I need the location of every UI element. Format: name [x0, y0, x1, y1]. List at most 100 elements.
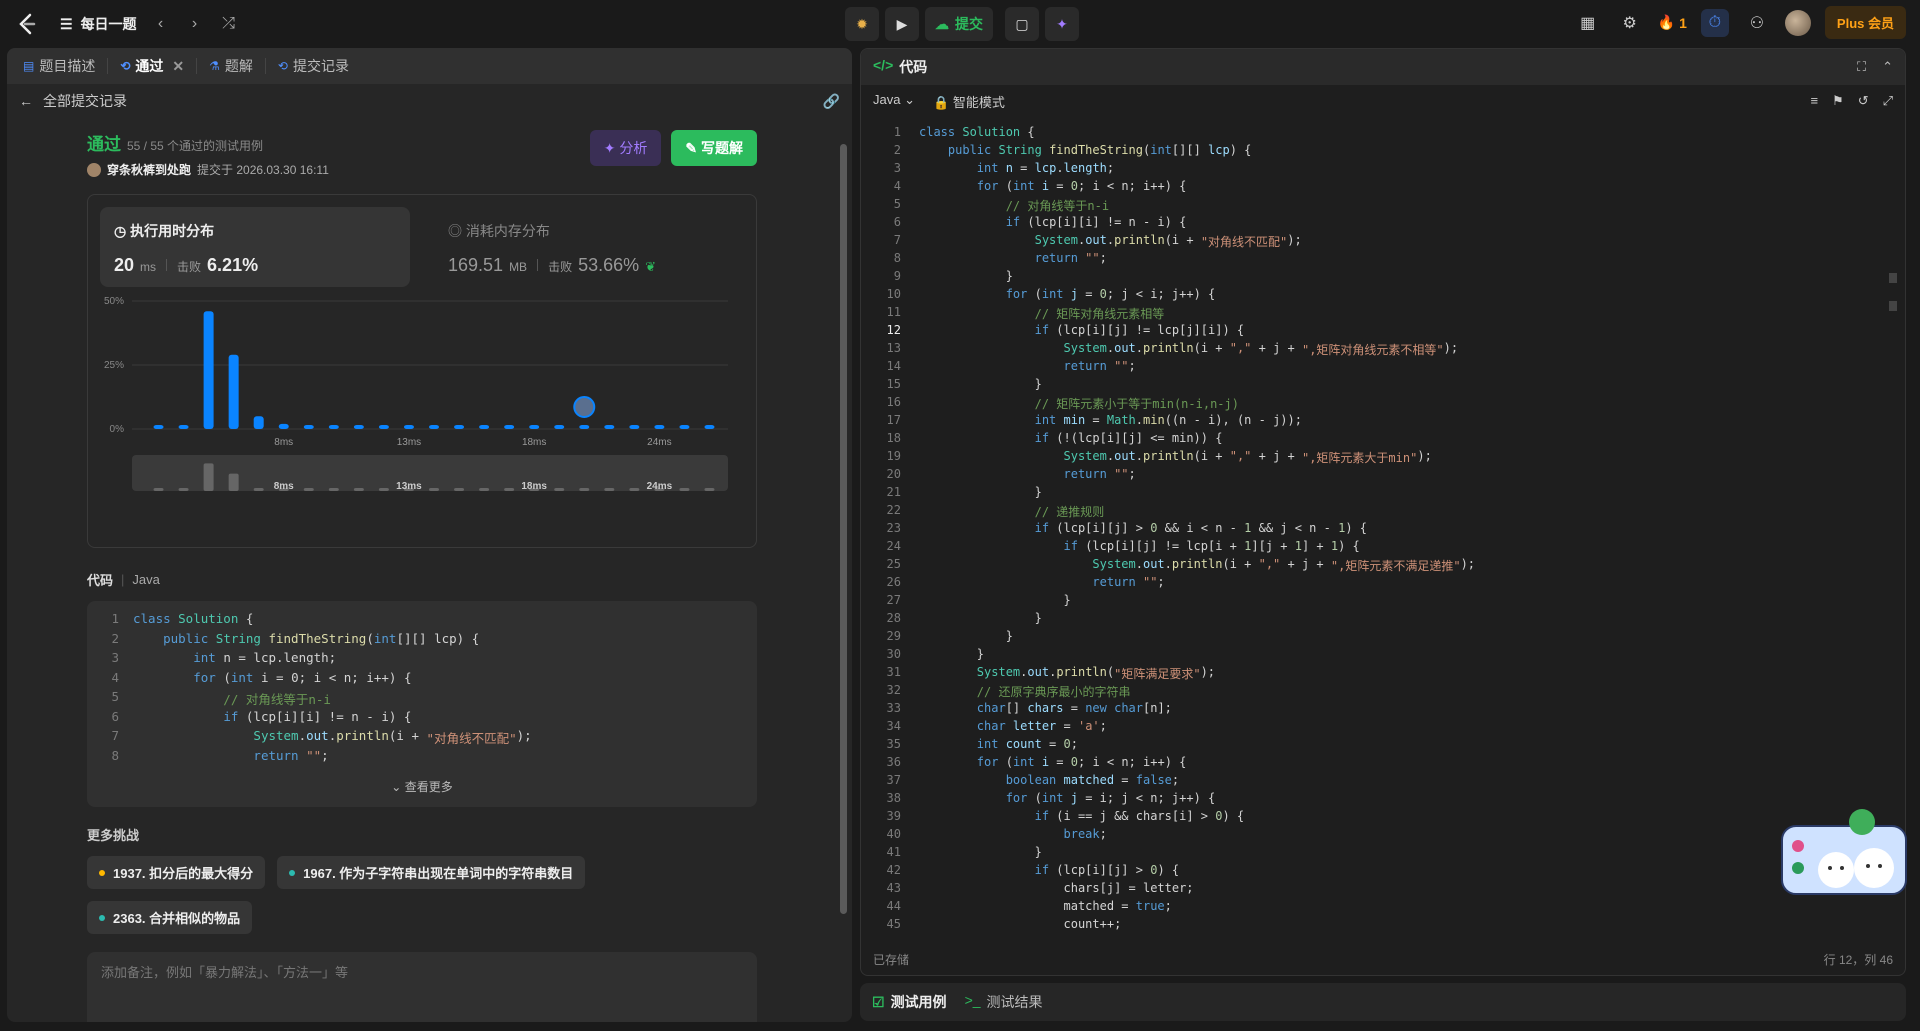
- plus-member-button[interactable]: Plus 会员: [1824, 6, 1906, 39]
- write-solution-button[interactable]: ✎ 写题解: [671, 130, 757, 166]
- see-more-button[interactable]: ⌄ 查看更多: [87, 778, 757, 795]
- overview-tick-label: 18ms: [521, 481, 547, 492]
- streak-count: 1: [1679, 14, 1687, 31]
- leetcode-logo-icon[interactable]: [14, 11, 40, 37]
- distribution-bar: [679, 425, 690, 429]
- x-tick-label: 24ms: [647, 437, 671, 448]
- y-tick-label: 50%: [104, 296, 124, 307]
- distribution-bar: [253, 416, 264, 429]
- debug-button[interactable]: ✹: [845, 7, 879, 41]
- memory-stat[interactable]: ◎ 消耗内存分布 169.51 MB 击败 53.66% ❦: [434, 207, 744, 287]
- tab-divider: [107, 58, 109, 74]
- x-tick-label: 13ms: [397, 437, 421, 448]
- submit-button[interactable]: ☁ 提交: [925, 7, 993, 41]
- prev-problem-icon[interactable]: ‹: [151, 15, 171, 33]
- tab-submissions[interactable]: ⟲ 提交记录: [270, 48, 357, 84]
- overview-bar: [679, 488, 690, 491]
- settings-gear-icon[interactable]: ⚙: [1616, 9, 1644, 37]
- back-bar: ← 全部提交记录 🔗: [7, 84, 852, 118]
- history-icon: ⟲: [277, 59, 288, 73]
- x-tick-label: 18ms: [522, 437, 546, 448]
- reset-icon[interactable]: ↺: [1858, 93, 1869, 109]
- note-icon: ▢: [1015, 15, 1029, 32]
- shuffle-icon[interactable]: ⤮: [219, 15, 239, 33]
- overview-bar: [303, 488, 314, 491]
- challenge-label: 1937. 扣分后的最大得分: [113, 866, 254, 881]
- overview-bar: [253, 488, 264, 491]
- code-editor[interactable]: 1 class Solution { 2 public String findTh…: [861, 125, 1861, 935]
- code-brackets-icon: </>: [873, 57, 894, 73]
- notes-button[interactable]: ▢: [1005, 7, 1039, 41]
- layout-icon[interactable]: ▦: [1574, 9, 1602, 37]
- left-scrollbar[interactable]: [840, 126, 847, 1008]
- submitter-name[interactable]: 穿条秋裤到处跑: [107, 161, 191, 178]
- play-icon: ▶: [896, 15, 908, 32]
- note-input[interactable]: 添加备注，例如「暴力解法」、「方法一」等: [87, 952, 757, 1022]
- overview-bar: [203, 463, 214, 491]
- distribution-bar: [479, 425, 490, 429]
- difficulty-dot: [289, 869, 296, 876]
- analyze-button[interactable]: ✦ 分析: [589, 130, 662, 166]
- runtime-distribution-chart[interactable]: 50% 25% 0% 8ms 13ms 18ms 24ms 8ms 13ms 18ms 24ms: [88, 291, 756, 541]
- ai-assistant-button[interactable]: ✦: [1045, 7, 1079, 41]
- difficulty-dot: [99, 914, 105, 921]
- distribution-bar: [429, 425, 439, 429]
- next-problem-icon[interactable]: ›: [185, 15, 205, 33]
- tab-divider: [196, 58, 198, 74]
- overview-tick-label: 8ms: [274, 481, 294, 492]
- beat-label: 击败: [177, 260, 202, 274]
- y-tick-label: 25%: [104, 360, 124, 371]
- top-bar: ☰ 每日一题 ‹ › ⤮ ✹ ▶ ☁ 提交 ▢ ✦ ▦ ⚙ 🔥 1 ⏱ ⚇ Plus …: [0, 0, 1920, 48]
- distribution-bar: [378, 425, 389, 429]
- beat-label: 击败: [548, 260, 573, 274]
- challenge-chip[interactable]: 2363. 合并相似的物品: [87, 901, 253, 934]
- timer-icon[interactable]: ⏱: [1700, 8, 1729, 37]
- problem-list-button[interactable]: ☰ 每日一题: [60, 14, 137, 34]
- challenge-chip[interactable]: 1937. 扣分后的最大得分: [87, 856, 266, 889]
- overview-bar: [579, 488, 590, 491]
- collapse-icon[interactable]: ⌃: [1882, 59, 1893, 75]
- mascot-sticker-icon[interactable]: [1778, 806, 1910, 898]
- tab-solutions[interactable]: ⚗ 题解: [201, 48, 261, 84]
- streak-counter[interactable]: 🔥 1: [1658, 14, 1687, 31]
- language-select[interactable]: Java ⌄: [873, 92, 915, 111]
- tab-label: 提交记录: [292, 58, 349, 74]
- link-icon[interactable]: 🔗: [823, 93, 840, 110]
- result-status: 通过: [87, 135, 121, 154]
- editor-scrollbar[interactable]: [1889, 125, 1897, 925]
- runtime-value: 20: [114, 255, 135, 275]
- challenge-label: 1967. 作为子字符串出现在单词中的字符串数目: [303, 866, 574, 881]
- submission-panel: ▤ 题目描述 ⟲ 通过 ✕ ⚗ 题解 ⟲ 提交记录 ← 全部提交记录 🔗 通过 55 / 55…: [7, 48, 852, 1022]
- runtime-stat[interactable]: ◷ 执行用时分布 20 ms 击败 6.21%: [100, 207, 410, 287]
- smart-mode[interactable]: 🔒 智能模式: [933, 92, 1005, 111]
- memory-icon: ◎: [448, 223, 466, 239]
- overview-tick-label: 24ms: [647, 481, 673, 492]
- bookmark-icon[interactable]: ⚑: [1832, 93, 1844, 109]
- back-to-submissions[interactable]: ← 全部提交记录: [19, 91, 127, 111]
- user-avatar[interactable]: [1784, 9, 1811, 36]
- close-tab-icon[interactable]: ✕: [172, 58, 184, 75]
- run-button[interactable]: ▶: [885, 7, 919, 41]
- see-more-label: 查看更多: [404, 780, 453, 794]
- expand-icon[interactable]: ⤢: [1883, 93, 1893, 109]
- distribution-bar: [504, 425, 515, 429]
- terminal-icon: >_: [964, 992, 981, 1008]
- chevron-down-icon: ⌄: [904, 91, 915, 107]
- tab-description[interactable]: ▤ 题目描述: [15, 48, 103, 84]
- format-icon[interactable]: ≡: [1810, 93, 1818, 109]
- challenge-list: 1937. 扣分后的最大得分 1967. 作为子字符串出现在单词中的字符串数目 …: [87, 856, 647, 934]
- overview-bar: [629, 488, 640, 491]
- your-result-avatar: [573, 396, 596, 418]
- tab-testcases[interactable]: ☑ 测试用例: [872, 992, 947, 1012]
- add-friend-icon[interactable]: ⚇: [1743, 9, 1771, 37]
- overview-bar: [479, 488, 490, 491]
- maximize-icon[interactable]: ⛶: [1857, 59, 1866, 75]
- tab-accepted[interactable]: ⟲ 通过 ✕: [112, 48, 192, 84]
- distribution-bar: [579, 425, 590, 429]
- flame-icon: 🔥: [1657, 14, 1676, 30]
- distribution-bar: [629, 425, 640, 429]
- overview-bar: [554, 488, 565, 491]
- challenge-chip[interactable]: 1967. 作为子字符串出现在单词中的字符串数目: [277, 856, 586, 889]
- scrollbar-thumb[interactable]: [840, 144, 847, 914]
- tab-test-results[interactable]: >_ 测试结果: [965, 992, 1043, 1012]
